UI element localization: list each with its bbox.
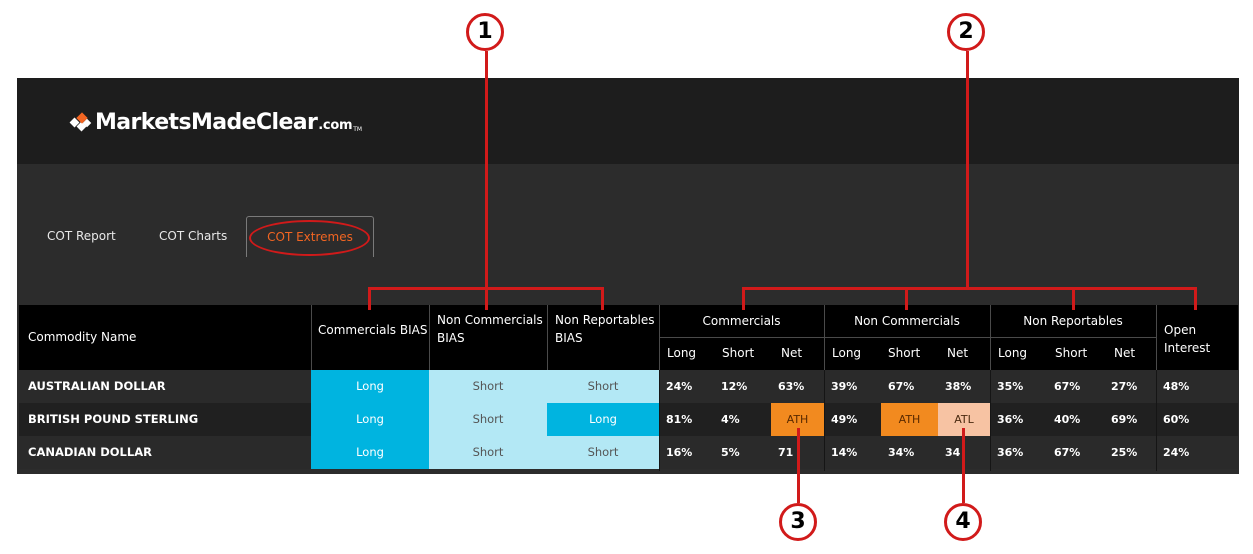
nonrep-value-cell: 69% <box>1111 413 1138 426</box>
annotation-line <box>742 287 745 310</box>
cot-app-window: MarketsMadeClear .com TM COT Report COT … <box>17 78 1239 474</box>
annotation-line <box>485 287 488 310</box>
tab-cot-report[interactable]: COT Report <box>47 216 116 256</box>
nonrep-value-cell: 67% <box>1054 446 1081 459</box>
header-commercials-bias[interactable]: Commercials BIAS <box>311 305 429 370</box>
bias-cell: Short <box>547 436 659 469</box>
bias-cell: Long <box>311 436 429 469</box>
column-divider <box>824 370 825 471</box>
header-divider <box>547 305 548 370</box>
header-bar: MarketsMadeClear .com TM <box>17 78 1239 164</box>
bias-cell: Short <box>429 436 547 469</box>
comm-value-cell: 12% <box>721 380 748 393</box>
brand-name: MarketsMadeClear <box>95 109 318 135</box>
table-row[interactable]: AUSTRALIAN DOLLAR Long Short Short 24% 12% 63%… <box>19 370 1238 403</box>
header-divider <box>1156 305 1157 370</box>
nonrep-value-cell: 36% <box>997 446 1024 459</box>
annotation-badge-1: 1 <box>466 13 504 51</box>
header-open-interest[interactable]: Open Interest <box>1156 305 1238 370</box>
bias-cell: Short <box>547 370 659 403</box>
open-interest-cell: 48% <box>1163 380 1190 393</box>
header-divider <box>429 305 430 370</box>
noncomm-value-cell: 14% <box>831 446 858 459</box>
subheader-nonrep-short[interactable]: Short <box>1047 337 1104 370</box>
header-non-commercials-bias[interactable]: Non Commercials BIAS <box>429 305 547 370</box>
noncomm-value-cell: 39% <box>831 380 858 393</box>
subheader-comm-net[interactable]: Net <box>771 337 824 370</box>
annotation-line <box>1072 287 1075 310</box>
comm-value-cell: 63% <box>778 380 805 393</box>
annotation-badge-2: 2 <box>947 13 985 51</box>
annotation-badge-4: 4 <box>944 503 982 541</box>
column-divider <box>659 370 660 471</box>
open-interest-cell: 24% <box>1163 446 1190 459</box>
commodity-name-cell[interactable]: AUSTRALIAN DOLLAR <box>19 370 311 403</box>
column-divider <box>990 370 991 471</box>
bias-cell: Short <box>429 403 547 436</box>
noncomm-value-cell: 38% <box>945 380 972 393</box>
subheader-comm-short[interactable]: Short <box>714 337 771 370</box>
noncomm-value-cell: 49% <box>831 413 858 426</box>
header-group-divider <box>659 337 1156 338</box>
cot-extremes-table: Commodity Name Commercials BIAS Non Comm… <box>19 305 1238 473</box>
brand-suffix: .com <box>318 117 353 133</box>
subheader-nonrep-long[interactable]: Long <box>990 337 1047 370</box>
subheader-comm-long[interactable]: Long <box>659 337 714 370</box>
subheader-noncomm-net[interactable]: Net <box>938 337 990 370</box>
annotation-line <box>1194 287 1197 310</box>
table-row[interactable]: CANADIAN DOLLAR Long Short Short 16% 5% 71 14% 3… <box>19 436 1238 469</box>
open-interest-cell: 60% <box>1163 413 1190 426</box>
logo-mark-icon <box>69 110 93 134</box>
noncomm-value-cell: 34% <box>888 446 915 459</box>
noncomm-value-cell: 67% <box>888 380 915 393</box>
nonrep-value-cell: 35% <box>997 380 1024 393</box>
column-divider <box>1156 370 1157 471</box>
nonrep-value-cell: 36% <box>997 413 1024 426</box>
comm-value-cell: 16% <box>666 446 693 459</box>
annotation-highlight-oval <box>249 220 370 256</box>
subheader-noncomm-long[interactable]: Long <box>824 337 881 370</box>
comm-value-cell: 5% <box>721 446 740 459</box>
nonrep-value-cell: 40% <box>1054 413 1081 426</box>
nonrep-value-cell: 25% <box>1111 446 1138 459</box>
annotation-line <box>797 428 800 503</box>
bias-cell: Long <box>311 370 429 403</box>
annotation-line <box>905 287 908 310</box>
nonrep-value-cell: 27% <box>1111 380 1138 393</box>
annotation-line <box>601 287 604 310</box>
header-non-reportables-bias[interactable]: Non Reportables BIAS <box>547 305 659 370</box>
table-row[interactable]: BRITISH POUND STERLING Long Short Long 81% 4%… <box>19 403 1238 436</box>
header-divider <box>311 305 312 370</box>
subheader-noncomm-short[interactable]: Short <box>881 337 938 370</box>
commodity-name-cell[interactable]: CANADIAN DOLLAR <box>19 436 311 469</box>
brand-tm: TM <box>353 125 363 133</box>
header-commodity-name[interactable]: Commodity Name <box>19 305 311 370</box>
annotation-line <box>966 51 969 288</box>
annotation-line <box>485 51 488 288</box>
comm-value-cell: 4% <box>721 413 740 426</box>
annotation-line <box>368 287 371 310</box>
comm-value-cell: 81% <box>666 413 693 426</box>
annotation-line <box>742 287 1197 290</box>
bias-cell: Long <box>547 403 659 436</box>
nonrep-value-cell: 67% <box>1054 380 1081 393</box>
tab-cot-charts[interactable]: COT Charts <box>159 216 227 256</box>
annotation-line <box>962 428 965 503</box>
annotation-badge-3: 3 <box>779 503 817 541</box>
noncomm-value-cell: ATH <box>881 403 938 436</box>
brand-logo[interactable]: MarketsMadeClear .com TM <box>69 108 362 136</box>
comm-value-cell: 24% <box>666 380 693 393</box>
commodity-name-cell[interactable]: BRITISH POUND STERLING <box>19 403 311 436</box>
bias-cell: Short <box>429 370 547 403</box>
subheader-nonrep-net[interactable]: Net <box>1104 337 1156 370</box>
bias-cell: Long <box>311 403 429 436</box>
